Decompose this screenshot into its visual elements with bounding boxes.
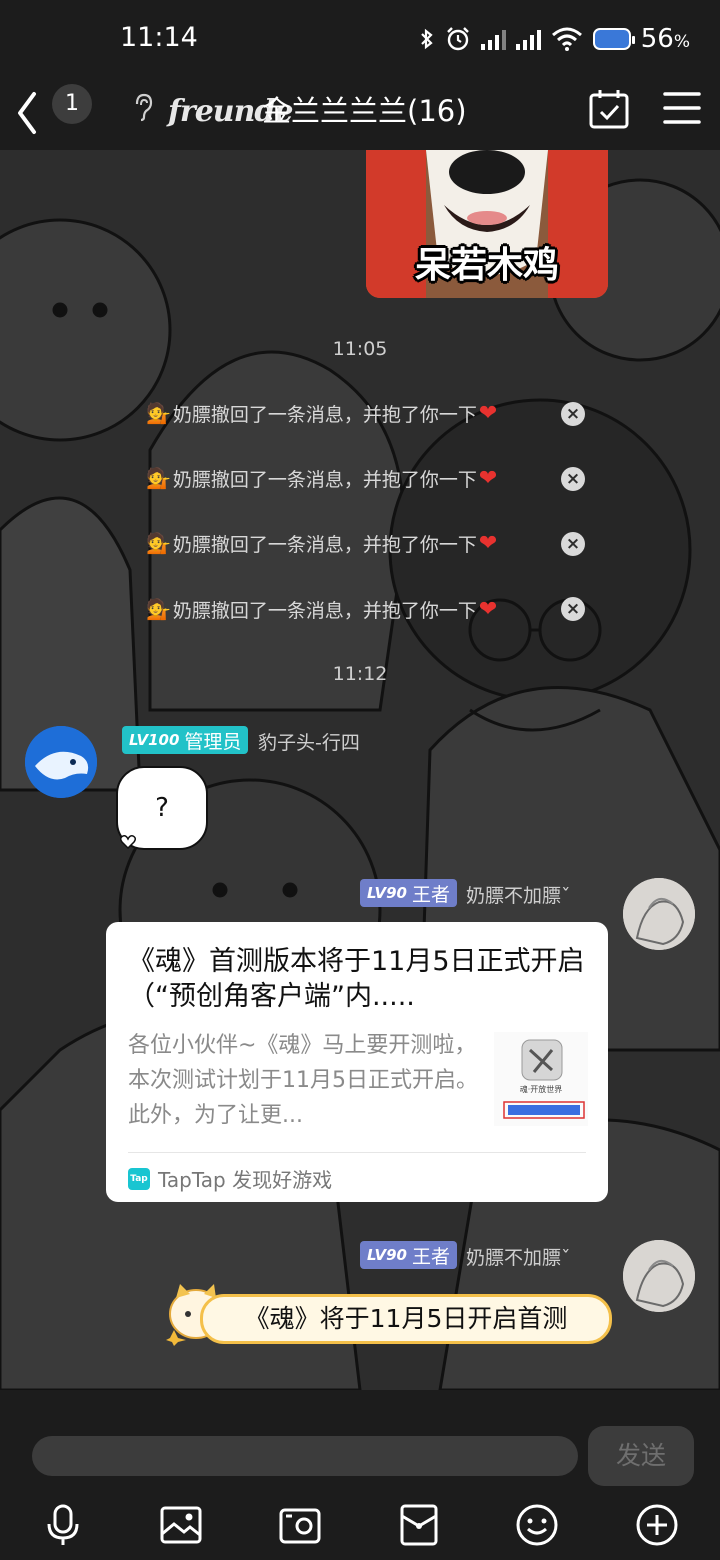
sender-name[interactable]: 奶膘不加膘ˇ <box>466 1243 571 1270</box>
share-card-thumbnail: 魂·开放世界 <box>494 1032 588 1126</box>
sketch-avatar-icon <box>623 878 695 950</box>
share-card-title: 《魂》首测版本将于11月5日正式开启（“预创角客户端”内..... <box>128 946 585 1012</box>
person-tipping-hand-emoji-icon: 💁 <box>146 466 171 490</box>
heart-outline-icon <box>120 835 136 849</box>
ear-icon <box>135 93 153 122</box>
image-icon[interactable] <box>158 1502 204 1548</box>
avatar[interactable] <box>623 878 695 950</box>
message-bubble[interactable]: 《魂》将于11月5日开启首测 <box>200 1294 612 1344</box>
dog-sticker[interactable]: 呆若木鸡 <box>366 150 608 298</box>
recall-notice-text: 奶膘撤回了一条消息，并抱了你一下 <box>172 533 477 556</box>
heart-icon: ❤ <box>478 400 498 426</box>
signal-2-icon <box>515 28 541 50</box>
person-tipping-hand-emoji-icon: 💁 <box>146 597 171 621</box>
message-input[interactable] <box>32 1436 578 1476</box>
sender-name[interactable]: 奶膘不加膘ˇ <box>466 881 571 908</box>
dismiss-recall-button[interactable]: × <box>561 402 585 426</box>
recall-notice-text: 奶膘撤回了一条消息，并抱了你一下 <box>172 468 477 491</box>
person-tipping-hand-emoji-icon: 💁 <box>146 531 171 555</box>
avatar[interactable] <box>623 1240 695 1312</box>
game-poster-thumbnail-icon <box>494 1032 588 1126</box>
input-bar: 发送 <box>0 1390 720 1560</box>
recall-notice-text: 奶膘撤回了一条消息，并抱了你一下 <box>172 403 477 426</box>
dismiss-recall-button[interactable]: × <box>561 597 585 621</box>
bluetooth-icon <box>420 28 433 50</box>
person-tipping-hand-emoji-icon: 💁 <box>146 401 171 425</box>
alarm-icon <box>446 27 469 51</box>
share-card-source: Tap TapTap 发现好游戏 <box>128 1164 332 1193</box>
share-card[interactable]: 《魂》首测版本将于11月5日正式开启（“预创角客户端”内..... 各位小伙伴~… <box>106 922 608 1202</box>
calendar-check-button[interactable] <box>588 88 630 130</box>
source-label: TapTap 发现好游戏 <box>158 1168 333 1192</box>
level-badge: LV90 王者 <box>360 1241 457 1269</box>
divider <box>128 1152 586 1153</box>
emoji-icon[interactable] <box>514 1502 560 1548</box>
role-text: 管理员 <box>184 730 242 753</box>
microphone-icon[interactable] <box>40 1502 86 1548</box>
signal-1-icon <box>480 28 506 50</box>
sketch-avatar-icon <box>623 1240 695 1312</box>
level-badge: LV90 王者 <box>360 879 457 907</box>
back-button[interactable] <box>8 88 44 138</box>
heart-icon: ❤ <box>478 596 498 622</box>
thumbnail-caption: 魂·开放世界 <box>519 1085 563 1094</box>
menu-button[interactable] <box>662 88 702 128</box>
level-text: LV90 <box>367 884 407 902</box>
status-time: 11:14 <box>120 22 198 53</box>
chat-background-illustration <box>0 178 720 1390</box>
dolphin-avatar-icon <box>25 726 97 798</box>
level-badge: LV100 管理员 <box>122 726 249 754</box>
taptap-icon: Tap <box>128 1167 150 1190</box>
level-text: LV90 <box>367 1246 407 1264</box>
dismiss-recall-button[interactable]: × <box>561 467 585 491</box>
sticker-caption: 呆若木鸡 <box>414 245 559 286</box>
timestamp: 11:05 <box>332 338 388 360</box>
recall-notice: 💁 奶膘撤回了一条消息，并抱了你一下 ❤ <box>146 594 497 624</box>
page-title: 金兰兰兰兰(16) <box>262 94 467 128</box>
heart-icon: ❤ <box>478 530 498 556</box>
red-packet-icon[interactable] <box>396 1502 442 1548</box>
chat-area[interactable]: 呆若木鸡 11:05 💁 奶膘撤回了一条消息，并抱了你一下 ❤ × 💁 奶膘撤回… <box>0 150 720 1390</box>
recall-notice: 💁 奶膘撤回了一条消息，并抱了你一下 ❤ <box>146 528 497 558</box>
battery-level: 56% <box>640 24 690 54</box>
timestamp: 11:12 <box>332 663 388 685</box>
avatar[interactable] <box>25 726 97 798</box>
recall-notice: 💁 奶膘撤回了一条消息，并抱了你一下 ❤ <box>146 463 497 493</box>
recall-notice-text: 奶膘撤回了一条消息，并抱了你一下 <box>172 599 477 622</box>
level-text: LV100 <box>129 731 180 749</box>
dismiss-recall-button[interactable]: × <box>561 532 585 556</box>
wifi-icon <box>551 27 582 51</box>
sender-name[interactable]: 豹子头-行四 <box>258 728 360 755</box>
plus-icon[interactable] <box>634 1502 680 1548</box>
unread-count-badge[interactable]: 1 <box>52 84 92 124</box>
camera-icon[interactable] <box>277 1502 323 1548</box>
battery-icon <box>592 28 635 50</box>
role-text: 王者 <box>411 883 450 906</box>
status-icons: 56% <box>419 20 690 58</box>
chat-header: 1 freunde 金兰兰兰兰(16) <box>0 76 720 150</box>
share-card-description: 各位小伙伴~《魂》马上要开测啦，本次测试计划于11月5日正式开启。此外，为了让更… <box>128 1033 478 1128</box>
send-button[interactable]: 发送 <box>588 1426 694 1486</box>
heart-icon: ❤ <box>478 465 498 491</box>
recall-notice: 💁 奶膘撤回了一条消息，并抱了你一下 ❤ <box>146 398 497 428</box>
status-bar: 11:14 56% <box>0 0 720 76</box>
role-text: 王者 <box>411 1245 450 1268</box>
